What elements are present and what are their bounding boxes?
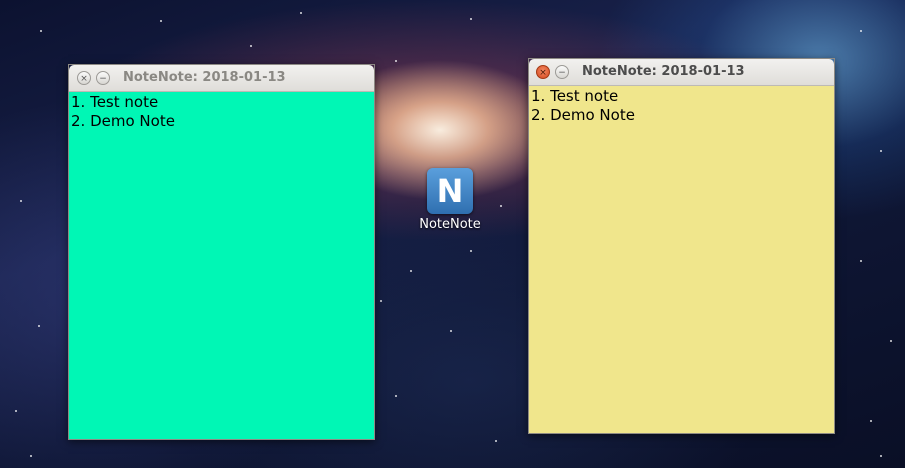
note-text-area[interactable]: 1. Test note 2. Demo Note: [529, 86, 834, 433]
minimize-button[interactable]: −: [555, 65, 569, 79]
note-text-area[interactable]: 1. Test note 2. Demo Note: [69, 92, 374, 439]
note-window-left[interactable]: × − NoteNote: 2018-01-13 1. Test note 2.…: [68, 64, 375, 440]
window-title: NoteNote: 2018-01-13: [123, 70, 286, 85]
close-button[interactable]: ×: [77, 71, 91, 85]
minimize-button[interactable]: −: [96, 71, 110, 85]
note-line: 1. Test note: [531, 87, 619, 105]
note-line: 2. Demo Note: [71, 112, 175, 130]
close-button[interactable]: ×: [536, 65, 550, 79]
notenote-app-icon: N: [427, 168, 473, 214]
note-window-right[interactable]: × − NoteNote: 2018-01-13 1. Test note 2.…: [528, 58, 835, 434]
notenote-desktop-icon[interactable]: N NoteNote: [415, 168, 485, 232]
note-line: 2. Demo Note: [531, 106, 635, 124]
window-titlebar[interactable]: × − NoteNote: 2018-01-13: [529, 59, 834, 86]
note-line: 1. Test note: [71, 93, 159, 111]
desktop-icon-label: NoteNote: [419, 217, 481, 232]
window-titlebar[interactable]: × − NoteNote: 2018-01-13: [69, 65, 374, 92]
window-title: NoteNote: 2018-01-13: [582, 64, 745, 79]
